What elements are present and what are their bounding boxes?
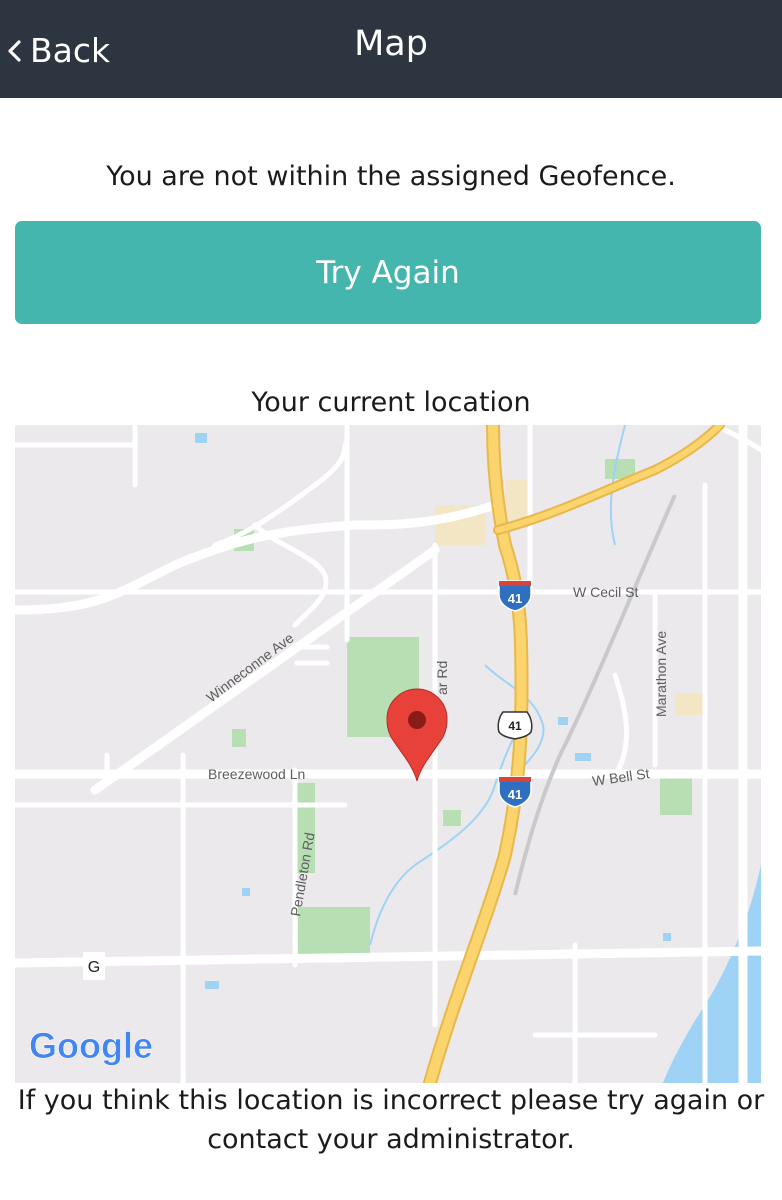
us-route-shield-icon: 41 — [497, 711, 533, 740]
location-map[interactable]: W Cecil St Marathon Ave Winneconne Ave B… — [15, 425, 761, 1083]
nav-bar: Back Map — [0, 0, 782, 98]
google-logo-text: Google — [29, 1025, 153, 1066]
page-title: Map — [354, 24, 428, 64]
footer-note: If you think this location is incorrect … — [17, 1085, 765, 1155]
g-marker-label: G — [88, 959, 100, 976]
current-location-heading: Your current location — [251, 387, 531, 418]
google-logo: Google — [29, 1025, 154, 1067]
label-partial-rd: ar Rd — [434, 661, 450, 695]
label-breezewood-ln: Breezewood Ln — [208, 766, 305, 782]
map-canvas[interactable]: W Cecil St Marathon Ave Winneconne Ave B… — [15, 425, 761, 1083]
try-again-button[interactable]: Try Again — [15, 221, 761, 324]
interstate-shield-number: 41 — [508, 787, 522, 802]
geofence-status-message: You are not within the assigned Geofence… — [106, 161, 676, 192]
label-w-cecil-st: W Cecil St — [573, 584, 638, 600]
interstate-shield-number: 41 — [508, 591, 522, 606]
label-marathon-ave: Marathon Ave — [653, 631, 669, 717]
us-route-shield-number: 41 — [508, 719, 522, 733]
